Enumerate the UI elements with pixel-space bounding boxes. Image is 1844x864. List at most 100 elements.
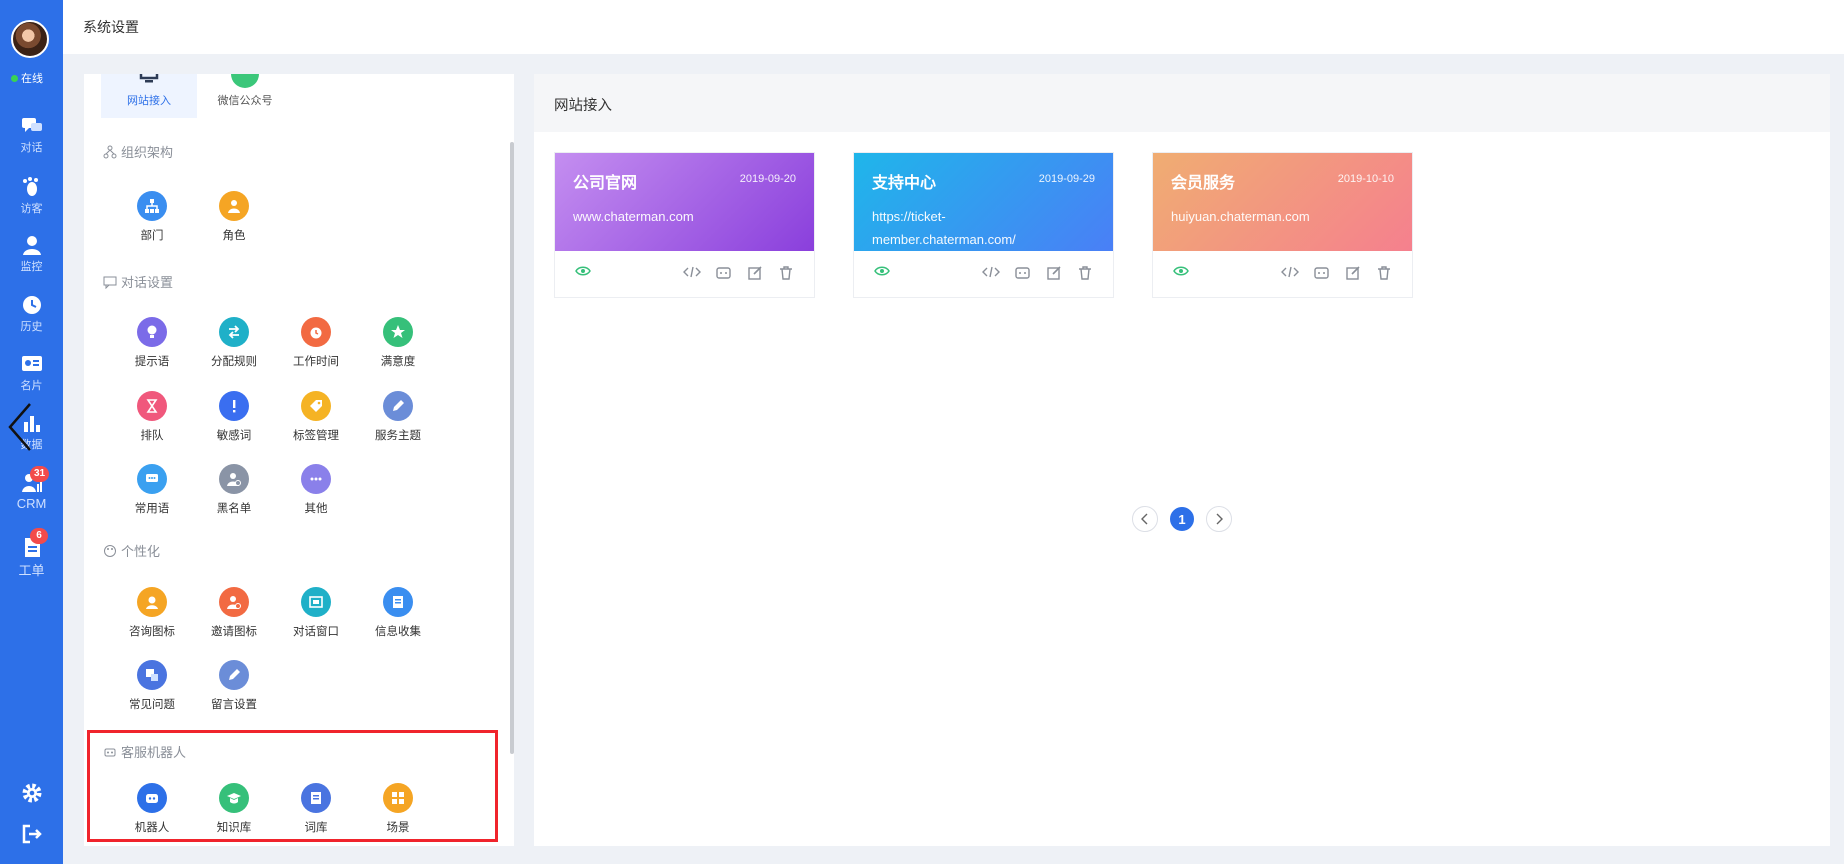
trash-icon[interactable] <box>778 265 794 281</box>
tile-satisfaction[interactable]: 满意度 <box>358 317 438 369</box>
section-personalize: 个性化 <box>103 541 160 560</box>
page-title: 系统设置 <box>83 19 139 35</box>
window-icon <box>301 587 331 617</box>
exclamation-icon <box>219 391 249 421</box>
tile-faq[interactable]: 常见问题 <box>112 660 192 712</box>
tile-role-label: 角色 <box>222 230 246 242</box>
monitor-icon <box>135 74 163 88</box>
content-title: 网站接入 <box>554 98 612 114</box>
site-url-line: member.chaterman.com/ <box>872 232 1016 247</box>
tile-other[interactable]: 其他 <box>276 464 356 516</box>
wechat-icon <box>231 74 259 88</box>
tile-role[interactable]: 角色 <box>194 191 274 243</box>
site-card-actions <box>854 250 1113 297</box>
tile-service-topic[interactable]: 服务主题 <box>358 391 438 443</box>
tile-invite-icon[interactable]: 邀请图标 <box>194 587 274 639</box>
tile-blacklist[interactable]: 黑名单 <box>194 464 274 516</box>
nav-card-label: 名片 <box>20 380 43 392</box>
tab-wechat[interactable]: 微信公众号 <box>197 74 293 118</box>
section-org-title: 组织架构 <box>121 145 174 160</box>
nav-crm[interactable]: 31 CRM <box>0 466 63 511</box>
settings-scrollbar[interactable] <box>510 142 514 754</box>
tile-common-phrases[interactable]: 常用语 <box>112 464 192 516</box>
pagination: 1 <box>1132 506 1232 532</box>
tile-queue[interactable]: 排队 <box>112 391 192 443</box>
tile-consult-icon[interactable]: 咨询图标 <box>112 587 192 639</box>
nav-card[interactable]: 名片 <box>0 353 63 393</box>
tile-assign-rule[interactable]: 分配规则 <box>194 317 274 369</box>
chat-bubbles-icon <box>21 118 42 132</box>
robot-config-icon[interactable] <box>1014 265 1032 281</box>
online-status[interactable]: 在线 <box>11 70 43 86</box>
tile-sensitive-words[interactable]: 敏感词 <box>194 391 274 443</box>
tile-satisfaction-label: 满意度 <box>380 356 416 368</box>
content-header: 网站接入 <box>534 74 1830 132</box>
robot-config-icon[interactable] <box>1313 265 1331 281</box>
site-card[interactable]: 公司官网 2019-09-20 www.chaterman.com <box>554 152 815 298</box>
chevron-left-icon <box>1141 513 1148 525</box>
code-icon[interactable] <box>982 265 1000 279</box>
site-date: 2019-10-10 <box>1337 173 1394 185</box>
settings-button[interactable] <box>0 781 63 810</box>
trash-icon[interactable] <box>1077 265 1093 281</box>
next-page-button[interactable] <box>1206 506 1232 532</box>
agent-headset-icon <box>137 587 167 617</box>
site-card-banner: 公司官网 2019-09-20 www.chaterman.com <box>555 153 814 251</box>
edit-icon[interactable] <box>1345 265 1361 281</box>
eye-icon[interactable] <box>1173 265 1189 277</box>
sitemap-icon <box>137 191 167 221</box>
code-icon[interactable] <box>1281 265 1299 279</box>
tile-leave-message[interactable]: 留言设置 <box>194 660 274 712</box>
exchange-arrows-icon <box>219 317 249 347</box>
user-monitor-icon <box>22 236 41 255</box>
trash-icon[interactable] <box>1376 265 1392 281</box>
tile-chat-window[interactable]: 对话窗口 <box>276 587 356 639</box>
tile-info-collect[interactable]: 信息收集 <box>358 587 438 639</box>
section-personalize-title: 个性化 <box>121 544 161 559</box>
eye-icon[interactable] <box>874 265 890 277</box>
collapse-chevron-icon[interactable] <box>6 402 32 452</box>
tile-blacklist-label: 黑名单 <box>216 503 252 515</box>
robot-config-icon[interactable] <box>715 265 733 281</box>
section-org: 组织架构 <box>103 142 173 161</box>
tag-icon <box>301 391 331 421</box>
site-url-line: www.chaterman.com <box>573 209 694 224</box>
nav-history[interactable]: 历史 <box>0 294 63 334</box>
site-card[interactable]: 支持中心 2019-09-29 https://ticket- member.c… <box>853 152 1114 298</box>
tile-tag-manage[interactable]: 标签管理 <box>276 391 356 443</box>
section-dialog-title: 对话设置 <box>121 275 174 290</box>
hourglass-icon <box>137 391 167 421</box>
online-status-label: 在线 <box>21 73 43 85</box>
nav-crm-label: CRM <box>16 496 47 511</box>
tile-prompt[interactable]: 提示语 <box>112 317 192 369</box>
logout-button[interactable] <box>0 822 63 851</box>
nav-chat[interactable]: 对话 <box>0 115 63 155</box>
prev-page-button[interactable] <box>1132 506 1158 532</box>
tab-website[interactable]: 网站接入 <box>101 74 197 118</box>
tile-work-time[interactable]: 工作时间 <box>276 317 356 369</box>
nav-history-label: 历史 <box>20 321 43 333</box>
user-block-icon <box>219 464 249 494</box>
avatar[interactable] <box>11 20 49 58</box>
site-card-banner: 支持中心 2019-09-29 https://ticket- member.c… <box>854 153 1113 251</box>
lightbulb-icon <box>137 317 167 347</box>
left-rail: 在线 对话 访客 监控 历史 名片 数据 31 CRM 6 工单 <box>0 0 63 864</box>
eye-icon[interactable] <box>575 265 591 277</box>
code-icon[interactable] <box>683 265 701 279</box>
nav-visitor[interactable]: 访客 <box>0 176 63 216</box>
form-icon <box>383 587 413 617</box>
logout-icon <box>22 824 42 844</box>
tile-assign-rule-label: 分配规则 <box>211 356 257 368</box>
nav-ticket[interactable]: 6 工单 <box>0 528 63 579</box>
edit-icon[interactable] <box>747 265 763 281</box>
tile-other-label: 其他 <box>304 503 328 515</box>
page-number-button[interactable]: 1 <box>1170 507 1194 531</box>
tile-department-label: 部门 <box>140 230 164 242</box>
edit-icon[interactable] <box>1046 265 1062 281</box>
tile-department[interactable]: 部门 <box>112 191 192 243</box>
role-users-icon <box>219 191 249 221</box>
nav-monitor[interactable]: 监控 <box>0 234 63 274</box>
site-card[interactable]: 会员服务 2019-10-10 huiyuan.chaterman.com <box>1152 152 1413 298</box>
site-card-banner: 会员服务 2019-10-10 huiyuan.chaterman.com <box>1153 153 1412 251</box>
pencil-icon <box>383 391 413 421</box>
